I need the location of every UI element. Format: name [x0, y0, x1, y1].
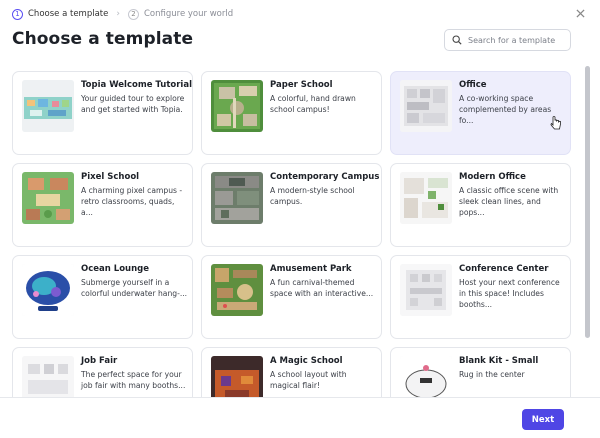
- template-grid: Topia Welcome Tutorial Your guided tour …: [0, 62, 584, 397]
- template-card-a-magic-school[interactable]: A Magic School A school layout with magi…: [201, 347, 382, 397]
- breadcrumb: 1 Choose a template › 2 Configure your w…: [12, 7, 233, 21]
- page-title: Choose a template: [12, 29, 194, 49]
- step-1-label[interactable]: Choose a template: [28, 9, 108, 19]
- template-thumbnail: [22, 356, 74, 397]
- template-card-amusement-park[interactable]: Amusement Park A fun carnival-themed spa…: [201, 255, 382, 339]
- template-title: Topia Welcome Tutorial: [81, 80, 192, 90]
- template-description: A modern-style school campus.: [270, 186, 355, 206]
- template-description: A charming pixel campus - retro classroo…: [81, 186, 183, 217]
- template-card-modern-office[interactable]: Modern Office A classic office scene wit…: [390, 163, 571, 247]
- template-card-topia-welcome-tutorial[interactable]: Topia Welcome Tutorial Your guided tour …: [12, 71, 193, 155]
- template-title: Contemporary Campus: [270, 172, 380, 182]
- footer: Next: [0, 397, 600, 438]
- search-icon: [452, 35, 462, 45]
- template-thumbnail: [400, 172, 452, 224]
- template-description: Host your next conference in this space!…: [459, 278, 560, 309]
- template-title: Blank Kit - Small: [459, 356, 539, 366]
- template-card-blank-kit-small[interactable]: Blank Kit - Small Rug in the center: [390, 347, 571, 397]
- step-2-label: Configure your world: [143, 9, 234, 19]
- template-title: Job Fair: [81, 356, 118, 366]
- template-card-paper-school[interactable]: Paper School A colorful, hand drawn scho…: [201, 71, 382, 155]
- template-thumbnail: [22, 172, 74, 224]
- template-thumbnail: [211, 264, 263, 316]
- scrollbar[interactable]: [584, 62, 591, 397]
- template-thumbnail: [400, 80, 452, 132]
- template-thumbnail: [400, 264, 452, 316]
- template-card-job-fair[interactable]: Job Fair The perfect space for your job …: [12, 347, 193, 397]
- template-description: A school layout with magical flair!: [270, 370, 347, 390]
- template-thumbnail: [22, 80, 74, 132]
- template-description: Rug in the center: [459, 370, 525, 379]
- step-2-number: 2: [127, 8, 139, 20]
- template-title: A Magic School: [270, 356, 343, 366]
- template-description: Your guided tour to explore and get star…: [81, 94, 185, 114]
- template-card-ocean-lounge[interactable]: Ocean Lounge Submerge yourself in a colo…: [12, 255, 193, 339]
- template-title: Paper School: [270, 80, 333, 90]
- template-description: A fun carnival-themed space with an inte…: [270, 278, 374, 298]
- template-description: A classic office scene with sleek clean …: [459, 186, 559, 217]
- search-box[interactable]: [444, 29, 571, 51]
- template-card-office[interactable]: Office A co-working space complemented b…: [390, 71, 571, 155]
- template-title: Modern Office: [459, 172, 526, 182]
- template-title: Office: [459, 80, 487, 90]
- template-card-pixel-school[interactable]: Pixel School A charming pixel campus - r…: [12, 163, 193, 247]
- step-1-number: 1: [12, 8, 23, 20]
- next-button[interactable]: Next: [522, 409, 564, 430]
- template-title: Ocean Lounge: [81, 264, 149, 274]
- template-card-conference-center[interactable]: Conference Center Host your next confere…: [390, 255, 571, 339]
- template-description: The perfect space for your job fair with…: [81, 370, 186, 390]
- template-card-contemporary-campus[interactable]: Contemporary Campus A modern-style schoo…: [201, 163, 382, 247]
- close-button[interactable]: [572, 5, 588, 21]
- template-description: A colorful, hand drawn school campus!: [270, 94, 356, 114]
- template-title: Conference Center: [459, 264, 549, 274]
- template-description: Submerge yourself in a colorful underwat…: [81, 278, 188, 298]
- template-thumbnail: [211, 172, 263, 224]
- template-thumbnail: [211, 356, 263, 397]
- search-input[interactable]: [468, 35, 563, 45]
- breadcrumb-separator: ›: [116, 9, 120, 19]
- template-thumbnail: [211, 80, 263, 132]
- scrollbar-thumb[interactable]: [585, 66, 590, 338]
- template-thumbnail: [22, 264, 74, 316]
- template-thumbnail: [400, 356, 452, 397]
- close-icon: [575, 8, 585, 18]
- mouse-cursor-icon: [550, 116, 561, 130]
- template-title: Amusement Park: [270, 264, 352, 274]
- template-title: Pixel School: [81, 172, 140, 182]
